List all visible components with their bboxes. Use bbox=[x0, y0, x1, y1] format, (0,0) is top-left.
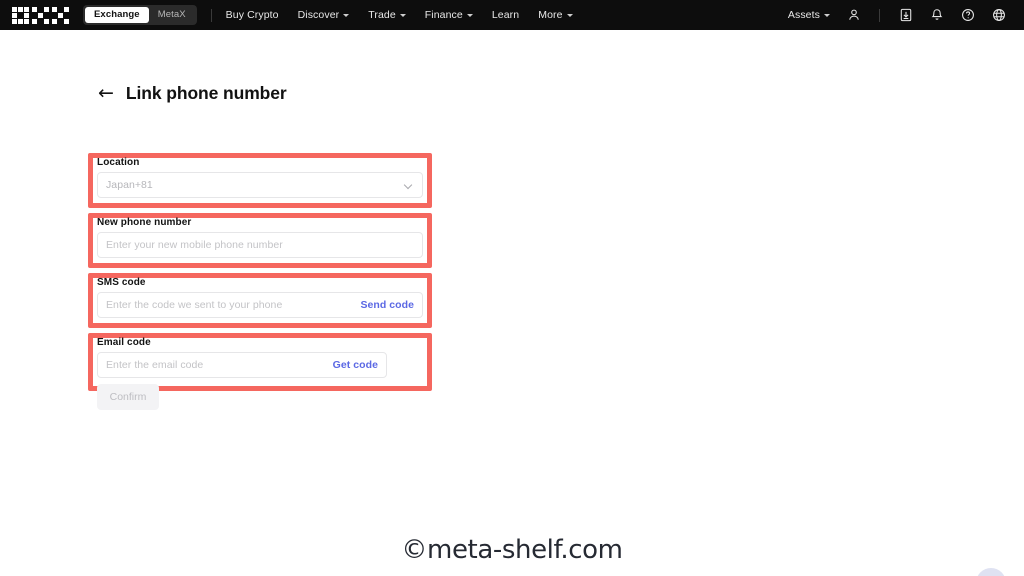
help-circle-icon[interactable] bbox=[960, 8, 975, 23]
nav-item-finance[interactable]: Finance bbox=[425, 9, 473, 21]
back-arrow-icon[interactable]: ← bbox=[98, 84, 114, 103]
chevron-down-icon bbox=[566, 14, 573, 17]
field-location: Location Japan+81 bbox=[97, 157, 423, 198]
okx-logo[interactable] bbox=[12, 6, 69, 24]
download-app-icon[interactable] bbox=[898, 8, 913, 23]
product-toggle: Exchange MetaX bbox=[83, 5, 197, 25]
location-select[interactable]: Japan+81 bbox=[97, 172, 423, 198]
phone-input-wrapper[interactable]: Enter your new mobile phone number bbox=[97, 232, 423, 258]
email-placeholder: Enter the email code bbox=[106, 359, 204, 371]
okx-link-phone-page: Exchange MetaX Buy Crypto Discover Trade… bbox=[0, 0, 1024, 576]
nav-label-learn: Learn bbox=[491, 9, 520, 21]
sms-input-wrapper[interactable]: Enter the code we sent to your phone Sen… bbox=[97, 292, 423, 318]
sms-placeholder: Enter the code we sent to your phone bbox=[106, 299, 283, 311]
nav-item-discover[interactable]: Discover bbox=[298, 9, 350, 21]
notification-bell-icon[interactable] bbox=[929, 8, 944, 23]
nav-label-trade: Trade bbox=[368, 9, 396, 21]
nav-label-discover: Discover bbox=[297, 9, 340, 21]
chevron-down-icon bbox=[343, 14, 350, 17]
nav-label-finance: Finance bbox=[424, 9, 463, 21]
chevron-down-icon bbox=[466, 14, 473, 17]
chat-support-button[interactable] bbox=[976, 568, 1006, 576]
language-globe-icon[interactable] bbox=[991, 8, 1006, 23]
label-email-code: Email code bbox=[97, 337, 151, 348]
chevron-down-icon bbox=[824, 14, 830, 17]
field-sms-code: SMS code Enter the code we sent to your … bbox=[97, 277, 423, 318]
phone-placeholder: Enter your new mobile phone number bbox=[106, 239, 283, 251]
nav-item-buy-crypto[interactable]: Buy Crypto bbox=[226, 9, 279, 21]
nav-divider bbox=[210, 8, 212, 22]
page-title: Link phone number bbox=[125, 83, 287, 103]
field-email-code: Email code Enter the email code Get code bbox=[97, 337, 387, 378]
send-code-button[interactable]: Send code bbox=[360, 299, 414, 311]
chevron-down-icon bbox=[405, 181, 414, 190]
get-code-button[interactable]: Get code bbox=[333, 359, 378, 371]
nav-label-assets: Assets bbox=[787, 9, 820, 21]
chevron-down-icon bbox=[399, 14, 406, 17]
nav-label-more: More bbox=[538, 9, 563, 21]
label-sms-code: SMS code bbox=[97, 277, 146, 288]
email-input-wrapper[interactable]: Enter the email code Get code bbox=[97, 352, 387, 378]
nav-item-more[interactable]: More bbox=[538, 9, 573, 21]
nav-right-cluster: Assets bbox=[788, 8, 1014, 23]
nav-item-trade[interactable]: Trade bbox=[368, 9, 406, 21]
watermark-text: ©meta-shelf.com bbox=[401, 535, 623, 565]
label-location: Location bbox=[97, 157, 140, 168]
field-new-phone-number: New phone number Enter your new mobile p… bbox=[97, 217, 423, 258]
nav-divider-right bbox=[879, 8, 880, 22]
nav-item-assets[interactable]: Assets bbox=[788, 9, 830, 21]
top-navigation-bar: Exchange MetaX Buy Crypto Discover Trade… bbox=[0, 0, 1024, 30]
toggle-metax[interactable]: MetaX bbox=[149, 7, 195, 23]
logo-glyph-x bbox=[52, 6, 69, 24]
page-header: ← Link phone number bbox=[98, 83, 287, 104]
location-value: Japan+81 bbox=[106, 179, 153, 191]
label-new-phone-number: New phone number bbox=[97, 217, 192, 228]
nav-item-learn[interactable]: Learn bbox=[492, 9, 519, 21]
primary-nav-links: Buy Crypto Discover Trade Finance Learn … bbox=[226, 9, 573, 21]
user-icon[interactable] bbox=[846, 8, 861, 23]
logo-glyph-k bbox=[32, 6, 49, 24]
logo-glyph-o bbox=[12, 6, 29, 24]
main-content: ← Link phone number Location Japan+81 Ne… bbox=[0, 30, 1024, 576]
confirm-button[interactable]: Confirm bbox=[97, 384, 159, 410]
toggle-exchange[interactable]: Exchange bbox=[85, 7, 149, 23]
nav-label-buy-crypto: Buy Crypto bbox=[225, 9, 279, 21]
